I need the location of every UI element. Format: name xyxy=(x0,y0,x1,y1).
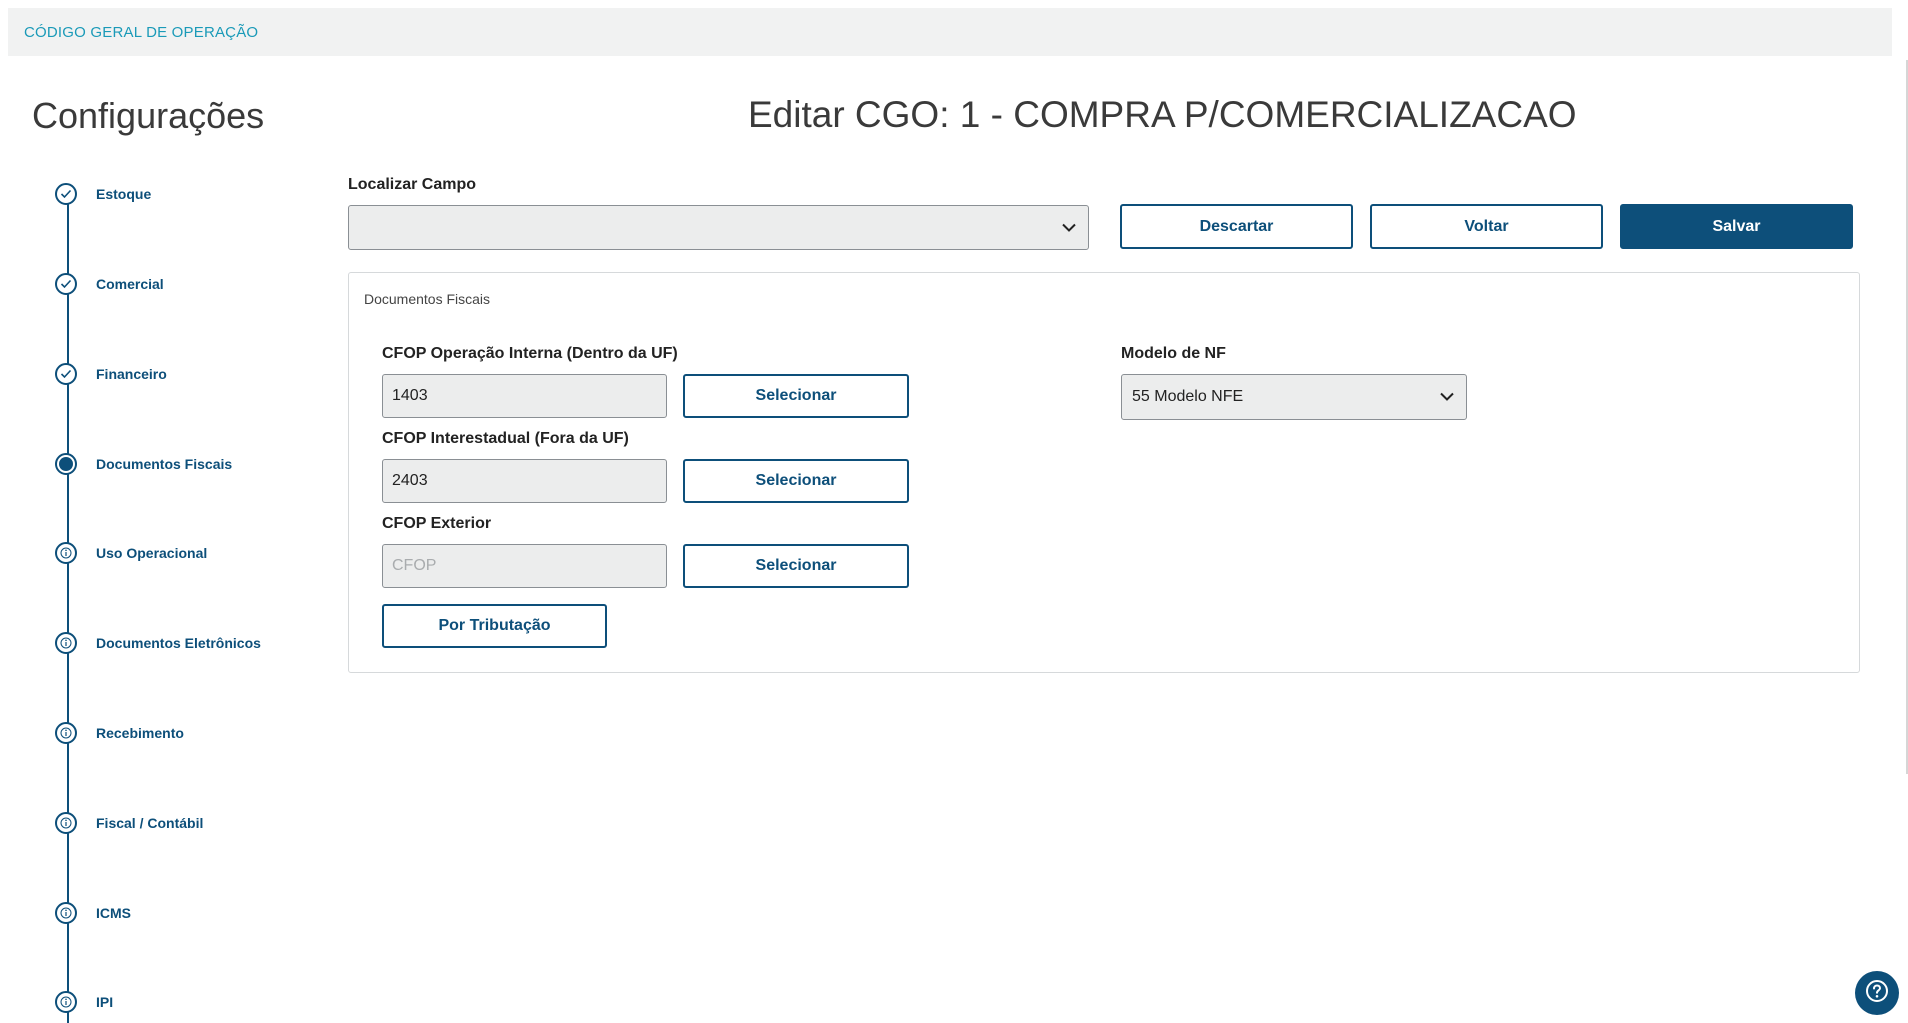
step-label: Uso Operacional xyxy=(96,545,208,561)
step-financeiro[interactable]: Financeiro xyxy=(55,361,167,387)
cfop-exterior-select-button[interactable]: Selecionar xyxy=(683,544,909,588)
cfop-interestadual-input[interactable]: 2403 xyxy=(382,459,667,503)
step-icms[interactable]: ICMS xyxy=(55,900,131,926)
modelo-nf-value: 55 Modelo NFE xyxy=(1132,388,1244,405)
sidebar-title: Configurações xyxy=(32,95,265,136)
chevron-down-icon xyxy=(1062,219,1076,237)
cfop-interestadual-select-button[interactable]: Selecionar xyxy=(683,459,909,503)
check-circle-icon xyxy=(55,183,77,205)
cfop-interna-label: CFOP Operação Interna (Dentro da UF) xyxy=(382,345,678,362)
step-recebimento[interactable]: Recebimento xyxy=(55,720,184,746)
step-comercial[interactable]: Comercial xyxy=(55,271,164,297)
top-header-bar: CÓDIGO GERAL DE OPERAÇÃO xyxy=(8,8,1892,56)
step-label: Documentos Fiscais xyxy=(96,456,233,472)
cfop-interestadual-label: CFOP Interestadual (Fora da UF) xyxy=(382,430,629,447)
cfop-interna-select-button[interactable]: Selecionar xyxy=(683,374,909,418)
modelo-nf-select[interactable]: 55 Modelo NFE xyxy=(1121,374,1467,420)
header-title: CÓDIGO GERAL DE OPERAÇÃO xyxy=(24,24,259,41)
search-field-select[interactable] xyxy=(348,205,1089,250)
panel-title: Documentos Fiscais xyxy=(364,291,491,307)
step-label: Documentos Eletrônicos xyxy=(96,635,261,651)
discard-button[interactable]: Descartar xyxy=(1120,204,1353,249)
page-title: Editar CGO: 1 - COMPRA P/COMERCIALIZACAO xyxy=(748,94,1577,135)
documentos-fiscais-panel: Documentos Fiscais CFOP Operação Interna… xyxy=(348,272,1860,673)
info-circle-icon xyxy=(55,902,77,924)
step-label: Fiscal / Contábil xyxy=(96,815,204,831)
step-label: ICMS xyxy=(96,905,131,921)
step-uso-operacional[interactable]: Uso Operacional xyxy=(55,540,207,566)
save-button[interactable]: Salvar xyxy=(1620,204,1853,249)
step-estoque[interactable]: Estoque xyxy=(55,181,151,207)
por-tributacao-button[interactable]: Por Tributação xyxy=(382,604,607,648)
info-circle-icon xyxy=(55,632,77,654)
cfop-exterior-label: CFOP Exterior xyxy=(382,515,492,532)
step-label: Recebimento xyxy=(96,725,184,741)
back-button[interactable]: Voltar xyxy=(1370,204,1603,249)
help-icon xyxy=(1865,979,1889,1008)
info-circle-icon xyxy=(55,812,77,834)
info-circle-icon xyxy=(55,722,77,744)
step-documentos-eletronicos[interactable]: Documentos Eletrônicos xyxy=(55,630,261,656)
filled-circle-icon xyxy=(55,453,77,475)
check-circle-icon xyxy=(55,363,77,385)
step-documentos-fiscais[interactable]: Documentos Fiscais xyxy=(55,451,232,477)
chevron-down-icon xyxy=(1440,388,1454,406)
step-fiscal-contabil[interactable]: Fiscal / Contábil xyxy=(55,810,203,836)
step-label: IPI xyxy=(96,994,114,1010)
cfop-interna-input[interactable]: 1403 xyxy=(382,374,667,418)
cfop-exterior-input[interactable]: CFOP xyxy=(382,544,667,588)
step-label: Comercial xyxy=(96,276,164,292)
stepper-line xyxy=(67,192,69,1023)
info-circle-icon xyxy=(55,991,77,1013)
step-ipi[interactable]: IPI xyxy=(55,989,113,1015)
modelo-nf-label: Modelo de NF xyxy=(1121,345,1226,362)
search-label: Localizar Campo xyxy=(348,176,477,193)
check-circle-icon xyxy=(55,273,77,295)
step-label: Estoque xyxy=(96,186,152,202)
info-circle-icon xyxy=(55,542,77,564)
help-button[interactable] xyxy=(1855,971,1899,1015)
step-label: Financeiro xyxy=(96,366,167,382)
